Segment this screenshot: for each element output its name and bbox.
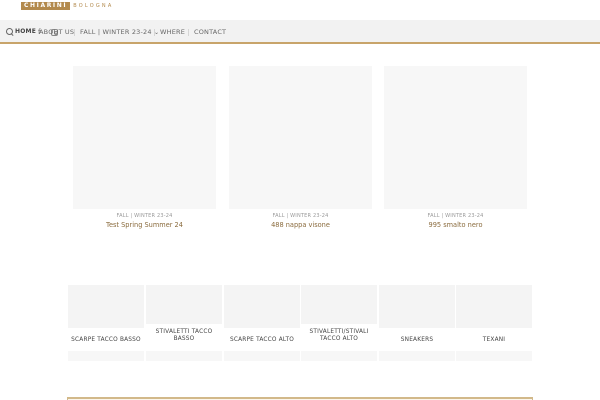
category-bar (68, 351, 144, 361)
nav-collection-link[interactable]: FALL | WINTER 23-24 ⌄ (80, 26, 159, 39)
product-title[interactable]: Test Spring Summer 24 (73, 221, 216, 230)
nav-separator (154, 29, 155, 36)
logo-sub: BOLOGNA (73, 3, 114, 9)
category-label[interactable]: SCARPE TACCO ALTO (224, 330, 300, 350)
search-icon[interactable] (6, 28, 14, 36)
category-bar (301, 351, 377, 361)
category-image[interactable] (456, 285, 532, 328)
category-image[interactable] (301, 285, 377, 324)
category-tile[interactable]: STIVALETTI TACCO BASSO (146, 285, 222, 361)
category-label[interactable]: TEXANI (456, 330, 532, 350)
product-card[interactable]: FALL | WINTER 23-24 Test Spring Summer 2… (73, 66, 216, 230)
logo-brand: CHIARINI (21, 2, 71, 10)
category-label[interactable]: STIVALETTI/STIVALI TACCO ALTO (301, 326, 377, 346)
category-tile[interactable]: STIVALETTI/STIVALI TACCO ALTO (301, 285, 377, 361)
category-image[interactable] (379, 285, 455, 328)
product-image[interactable] (73, 66, 216, 209)
product-category[interactable]: FALL | WINTER 23-24 (229, 213, 372, 220)
nav-contact-link[interactable]: CONTACT (194, 26, 226, 38)
product-category[interactable]: FALL | WINTER 23-24 (73, 213, 216, 220)
category-image[interactable] (68, 285, 144, 328)
site-header: CHIARINI BOLOGNA (0, 0, 600, 20)
category-label[interactable]: SCARPE TACCO BASSO (68, 330, 144, 350)
category-bar (146, 351, 222, 361)
product-card[interactable]: FALL | WINTER 23-24 995 smalto nero (384, 66, 527, 230)
category-tile[interactable]: SCARPE TACCO ALTO (224, 285, 300, 361)
nav-home-link[interactable]: HOME (15, 26, 36, 38)
category-image[interactable] (224, 285, 300, 328)
product-category[interactable]: FALL | WINTER 23-24 (384, 213, 527, 220)
category-tile[interactable]: TEXANI (456, 285, 532, 361)
product-title[interactable]: 488 nappa visone (229, 221, 372, 230)
main-nav: HOME f ABOUT US FALL | WINTER 23-24 ⌄ WH… (0, 20, 600, 44)
product-image[interactable] (384, 66, 527, 209)
category-label[interactable]: STIVALETTI TACCO BASSO (146, 326, 222, 346)
site-logo[interactable]: CHIARINI BOLOGNA (21, 2, 113, 10)
category-tile[interactable]: SNEAKERS (379, 285, 455, 361)
nav-separator (74, 29, 75, 36)
product-card[interactable]: FALL | WINTER 23-24 488 nappa visone (229, 66, 372, 230)
nav-separator (188, 29, 189, 36)
product-title[interactable]: 995 smalto nero (384, 221, 527, 230)
category-bar (379, 351, 455, 361)
category-image[interactable] (146, 285, 222, 324)
category-bar (224, 351, 300, 361)
category-bar (456, 351, 532, 361)
category-tile[interactable]: SCARPE TACCO BASSO (68, 285, 144, 361)
product-image[interactable] (229, 66, 372, 209)
nav-where-link[interactable]: WHERE (160, 26, 185, 38)
category-label[interactable]: SNEAKERS (379, 330, 455, 350)
nav-collection-label: FALL | WINTER 23-24 (80, 28, 152, 36)
nav-about-link[interactable]: ABOUT US (39, 26, 74, 38)
